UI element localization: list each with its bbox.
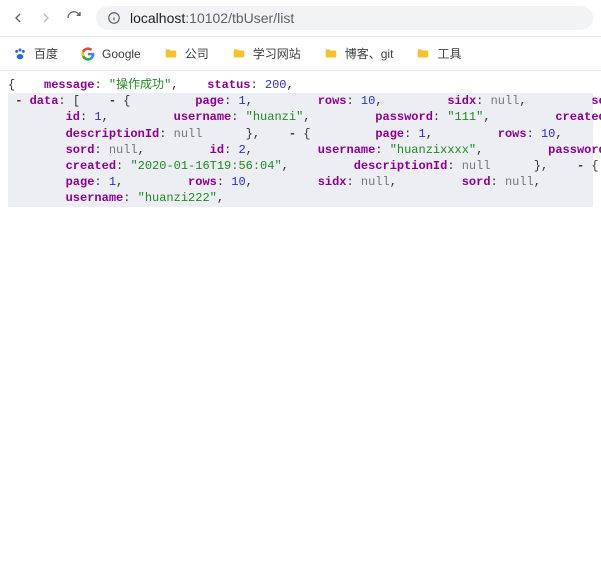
json-line-status: status: 200, (186, 78, 294, 92)
json-line: username: "huanzixxxx", (260, 143, 483, 157)
google-icon (80, 46, 96, 62)
site-info-icon[interactable] (106, 10, 122, 26)
json-line: page: 1, (318, 127, 433, 141)
json-line: page: 1, (8, 175, 123, 189)
browser-nav-bar: localhost:10102/tbUser/list (0, 0, 601, 37)
json-line-message: message: "操作成功", (22, 78, 178, 92)
json-line: created: "2020-01-16T19:56:04", (8, 159, 289, 173)
json-line: sidx: null, (570, 127, 601, 141)
bookmark-label: 公司 (185, 45, 209, 62)
bookmark-baidu[interactable]: 百度 (12, 45, 58, 62)
json-line: descriptionId: null (8, 127, 202, 141)
json-line: id: 2, (152, 143, 253, 157)
bookmarks-bar: 百度 Google 公司 学习网站 博客、git 工具 (0, 37, 601, 71)
json-line: rows: 10, (260, 94, 382, 108)
folder-icon (415, 46, 431, 62)
paw-icon (12, 46, 28, 62)
json-line: sidx: null, (390, 94, 527, 108)
json-array-item-open: - { (267, 127, 310, 141)
collapse-toggle-icon[interactable]: - (109, 94, 116, 108)
json-line: id: 1, (8, 110, 109, 124)
bookmark-label: 工具 (437, 45, 461, 62)
json-line: sord: null, (8, 143, 145, 157)
json-brace-open: { (8, 78, 15, 92)
url-host: localhost (130, 10, 185, 26)
back-icon[interactable] (8, 8, 28, 28)
folder-icon (323, 46, 339, 62)
bookmark-folder-study[interactable]: 学习网站 (231, 45, 301, 62)
collapse-toggle-icon[interactable]: - (577, 159, 584, 173)
json-line: descriptionId: null (296, 159, 490, 173)
json-line: page: 1, (138, 94, 253, 108)
json-array-item-open: - { (555, 159, 598, 173)
collapse-toggle-icon[interactable]: - (15, 94, 22, 108)
json-viewer: { message: "操作成功", status: 200, - data: … (0, 71, 601, 213)
bookmark-label: 学习网站 (253, 45, 301, 62)
collapse-toggle-icon[interactable]: - (289, 127, 296, 141)
url-path: /tbUser/list (228, 10, 294, 26)
json-line: password: "111", (318, 110, 491, 124)
json-line: username: "huanzi", (116, 110, 310, 124)
bookmark-label: Google (102, 47, 141, 61)
url-port: :10102 (185, 10, 228, 26)
json-line: rows: 10, (130, 175, 252, 189)
bookmark-google[interactable]: Google (80, 46, 141, 62)
json-array-item-open: - { (87, 94, 130, 108)
forward-icon[interactable] (36, 8, 56, 28)
bookmark-folder-company[interactable]: 公司 (163, 45, 209, 62)
json-line: created: "2020-01-10T15:56:04", (498, 110, 601, 124)
url-bar[interactable]: localhost:10102/tbUser/list (96, 6, 593, 30)
json-line: sord: null, (404, 175, 541, 189)
bookmark-folder-tools[interactable]: 工具 (415, 45, 461, 62)
json-line: sidx: null, (260, 175, 397, 189)
json-line: id: 3, (548, 175, 601, 189)
folder-icon (231, 46, 247, 62)
bookmark-label: 博客、git (345, 45, 394, 62)
folder-icon (163, 46, 179, 62)
json-line: sord: null, (534, 94, 601, 108)
json-line: username: "huanzi222", (8, 191, 224, 205)
json-array-item-close: }, (498, 159, 548, 173)
json-line: rows: 10, (440, 127, 562, 141)
bookmark-folder-blog[interactable]: 博客、git (323, 45, 394, 62)
url-text: localhost:10102/tbUser/list (130, 10, 294, 26)
json-array-item-close: }, (210, 127, 260, 141)
bookmark-label: 百度 (34, 45, 58, 62)
json-line: password: "111222", (491, 143, 601, 157)
json-line-data: - data: [ (8, 94, 80, 108)
reload-icon[interactable] (64, 8, 84, 28)
